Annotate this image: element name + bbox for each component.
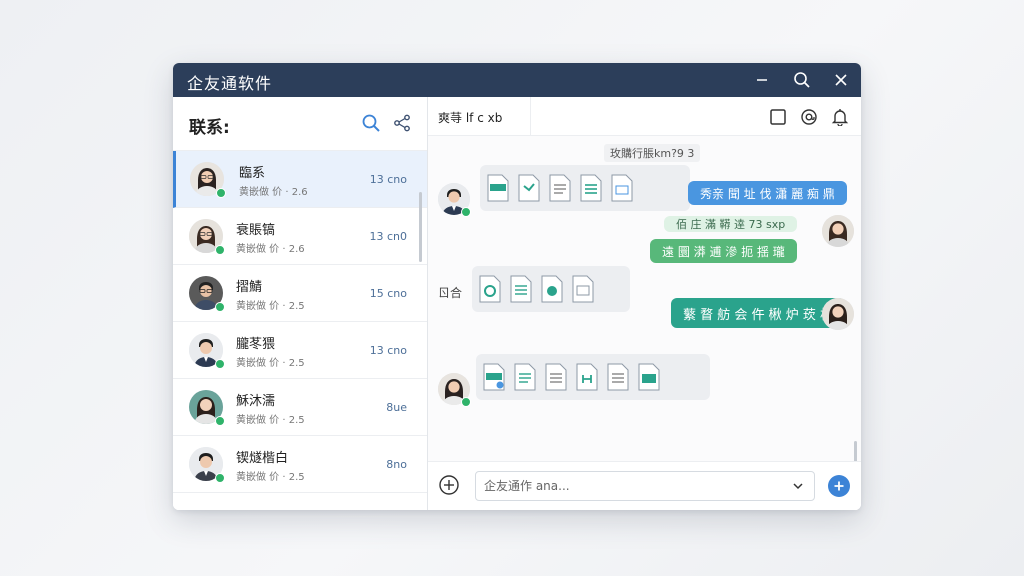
file-icon[interactable] — [486, 174, 510, 202]
message-timestamp: 玫購行脹km?9 3 — [604, 144, 701, 162]
close-button[interactable] — [829, 68, 853, 92]
file-icon[interactable] — [606, 363, 630, 391]
message-bubble[interactable]: 遠 圜 漭 逋 滲 扼 揺 瓏 — [650, 239, 797, 263]
contact-list: 臨系 黄嵌做 价 · 2.6 13 cno 衰賬镐 黄嵌做 价 · 2.6 13… — [173, 151, 427, 510]
file-icon[interactable] — [571, 275, 595, 303]
composer — [428, 461, 861, 510]
file-icon[interactable] — [540, 275, 564, 303]
close-icon — [835, 74, 847, 86]
plus-icon — [439, 475, 459, 495]
contact-time: 8ue — [386, 401, 407, 414]
search-icon — [794, 72, 810, 88]
contact-preview: 黄嵌做 价 · 2.5 — [236, 472, 305, 483]
contact-time: 13 cn0 — [369, 230, 407, 243]
sidebar-header: 联系: — [173, 97, 427, 151]
contact-list-scrollbar[interactable] — [419, 192, 422, 262]
contact-item[interactable]: 臨系 黄嵌做 价 · 2.6 13 cno — [173, 151, 427, 208]
file-icon[interactable] — [513, 363, 537, 391]
bell-icon — [831, 109, 849, 126]
contact-preview: 黄嵌做 价 · 2.6 — [239, 187, 308, 198]
contact-item-partial[interactable] — [173, 493, 427, 510]
message-scrollbar[interactable] — [854, 441, 857, 462]
file-icon[interactable] — [579, 174, 603, 202]
contact-name: 臨系 — [239, 166, 266, 181]
minimize-icon — [757, 79, 767, 81]
contact-item[interactable]: 锲燧楷白 黄嵌做 价 · 2.5 8no — [173, 436, 427, 493]
contact-item[interactable]: 穌沐濡 黄嵌做 价 · 2.5 8ue — [173, 379, 427, 436]
contact-time: 13 cno — [369, 173, 407, 186]
window-search-button[interactable] — [790, 68, 814, 92]
online-status-dot — [215, 473, 225, 483]
square-icon — [770, 109, 786, 125]
contact-name: 朧苳猥 — [236, 337, 276, 352]
file-icon[interactable] — [478, 275, 502, 303]
share-button[interactable] — [390, 111, 414, 135]
app-title: 企友通软件 — [187, 74, 273, 93]
contact-name: 穌沐濡 — [236, 394, 276, 409]
contact-item[interactable]: 朧苳猥 黄嵌做 价 · 2.5 13 cno — [173, 322, 427, 379]
chat-tab-label: 爽䒭 lf c xb — [438, 111, 503, 125]
file-message[interactable] — [476, 354, 710, 400]
contact-preview: 黄嵌做 价 · 2.5 — [236, 358, 305, 369]
sender-label: ㄖ合 — [438, 286, 463, 300]
window-toggle-button[interactable] — [767, 106, 789, 128]
contact-preview: 黄嵌做 价 · 2.6 — [236, 244, 305, 255]
online-status-dot — [215, 302, 225, 312]
contact-name: 衰賬镐 — [236, 223, 276, 238]
contact-time: 8no — [386, 458, 407, 471]
message-bubble[interactable]: 蘩 瞀 舫 会 仵 楸 炉 莰 析 — [671, 298, 846, 328]
online-status-dot — [215, 245, 225, 255]
attach-button[interactable] — [438, 474, 460, 496]
file-icon[interactable] — [544, 363, 568, 391]
contacts-sidebar: 联系: 臨系 黄嵌做 价 · 2.6 13 cno 衰賬镐 黄嵌做 价 · 2.… — [173, 97, 428, 510]
message-input[interactable] — [475, 471, 815, 501]
contact-name: 摺鯖 — [236, 280, 263, 295]
online-status-dot — [461, 207, 471, 217]
chat-header: 爽䒭 lf c xb — [428, 97, 861, 136]
message-bubble[interactable]: 秀亲 聞 址 伐 瀟 麗 痴 鼎 — [688, 181, 847, 205]
notification-button[interactable] — [829, 106, 851, 128]
chat-tab[interactable]: 爽䒭 lf c xb — [428, 97, 531, 135]
mention-button[interactable] — [798, 106, 820, 128]
contact-time: 15 cno — [369, 287, 407, 300]
contact-time: 13 cno — [369, 344, 407, 357]
title-bar: 企友通软件 — [173, 63, 861, 97]
file-message[interactable] — [472, 266, 630, 312]
online-status-dot — [461, 397, 471, 407]
file-icon[interactable] — [482, 363, 506, 391]
contact-item[interactable]: 摺鯖 黄嵌做 价 · 2.5 15 cno — [173, 265, 427, 322]
contact-preview: 黄嵌做 价 · 2.5 — [236, 301, 305, 312]
minimize-button[interactable] — [750, 68, 774, 92]
avatar — [822, 298, 854, 330]
file-icon[interactable] — [637, 363, 661, 391]
file-icon[interactable] — [610, 174, 634, 202]
contact-preview: 黄嵌做 价 · 2.5 — [236, 415, 305, 426]
search-icon — [362, 114, 380, 132]
app-window: 企友通软件 联系: 臨系 黄嵌做 价 · 2.6 13 cno 衰賬镐 黄嵌做 … — [173, 63, 861, 510]
share-icon — [394, 114, 410, 132]
file-icon[interactable] — [575, 363, 599, 391]
mention-icon — [801, 109, 817, 125]
send-button[interactable] — [828, 475, 850, 497]
contact-item[interactable]: 衰賬镐 黄嵌做 价 · 2.6 13 cn0 — [173, 208, 427, 265]
chevron-down-icon[interactable] — [791, 479, 805, 493]
message-area: 玫購行脹km?9 3 秀亲 聞 址 伐 瀟 麗 痴 鼎 佰 庄 滿 鞯 逹 73… — [428, 136, 861, 462]
file-icon[interactable] — [517, 174, 541, 202]
contact-name: 锲燧楷白 — [236, 451, 289, 466]
chat-panel: 爽䒭 lf c xb 玫購行脹km?9 3 秀亲 聞 址 伐 瀟 麗 痴 鼎 佰… — [428, 97, 861, 510]
plus-icon — [834, 481, 844, 491]
contact-search-button[interactable] — [359, 111, 383, 135]
file-icon[interactable] — [509, 275, 533, 303]
file-message[interactable] — [480, 165, 690, 211]
online-status-dot — [215, 416, 225, 426]
avatar — [822, 215, 854, 247]
online-status-dot — [216, 188, 226, 198]
message-bubble[interactable]: 佰 庄 滿 鞯 逹 73 sxp — [664, 216, 798, 232]
contacts-label: 联系: — [189, 118, 230, 138]
online-status-dot — [215, 359, 225, 369]
file-icon[interactable] — [548, 174, 572, 202]
